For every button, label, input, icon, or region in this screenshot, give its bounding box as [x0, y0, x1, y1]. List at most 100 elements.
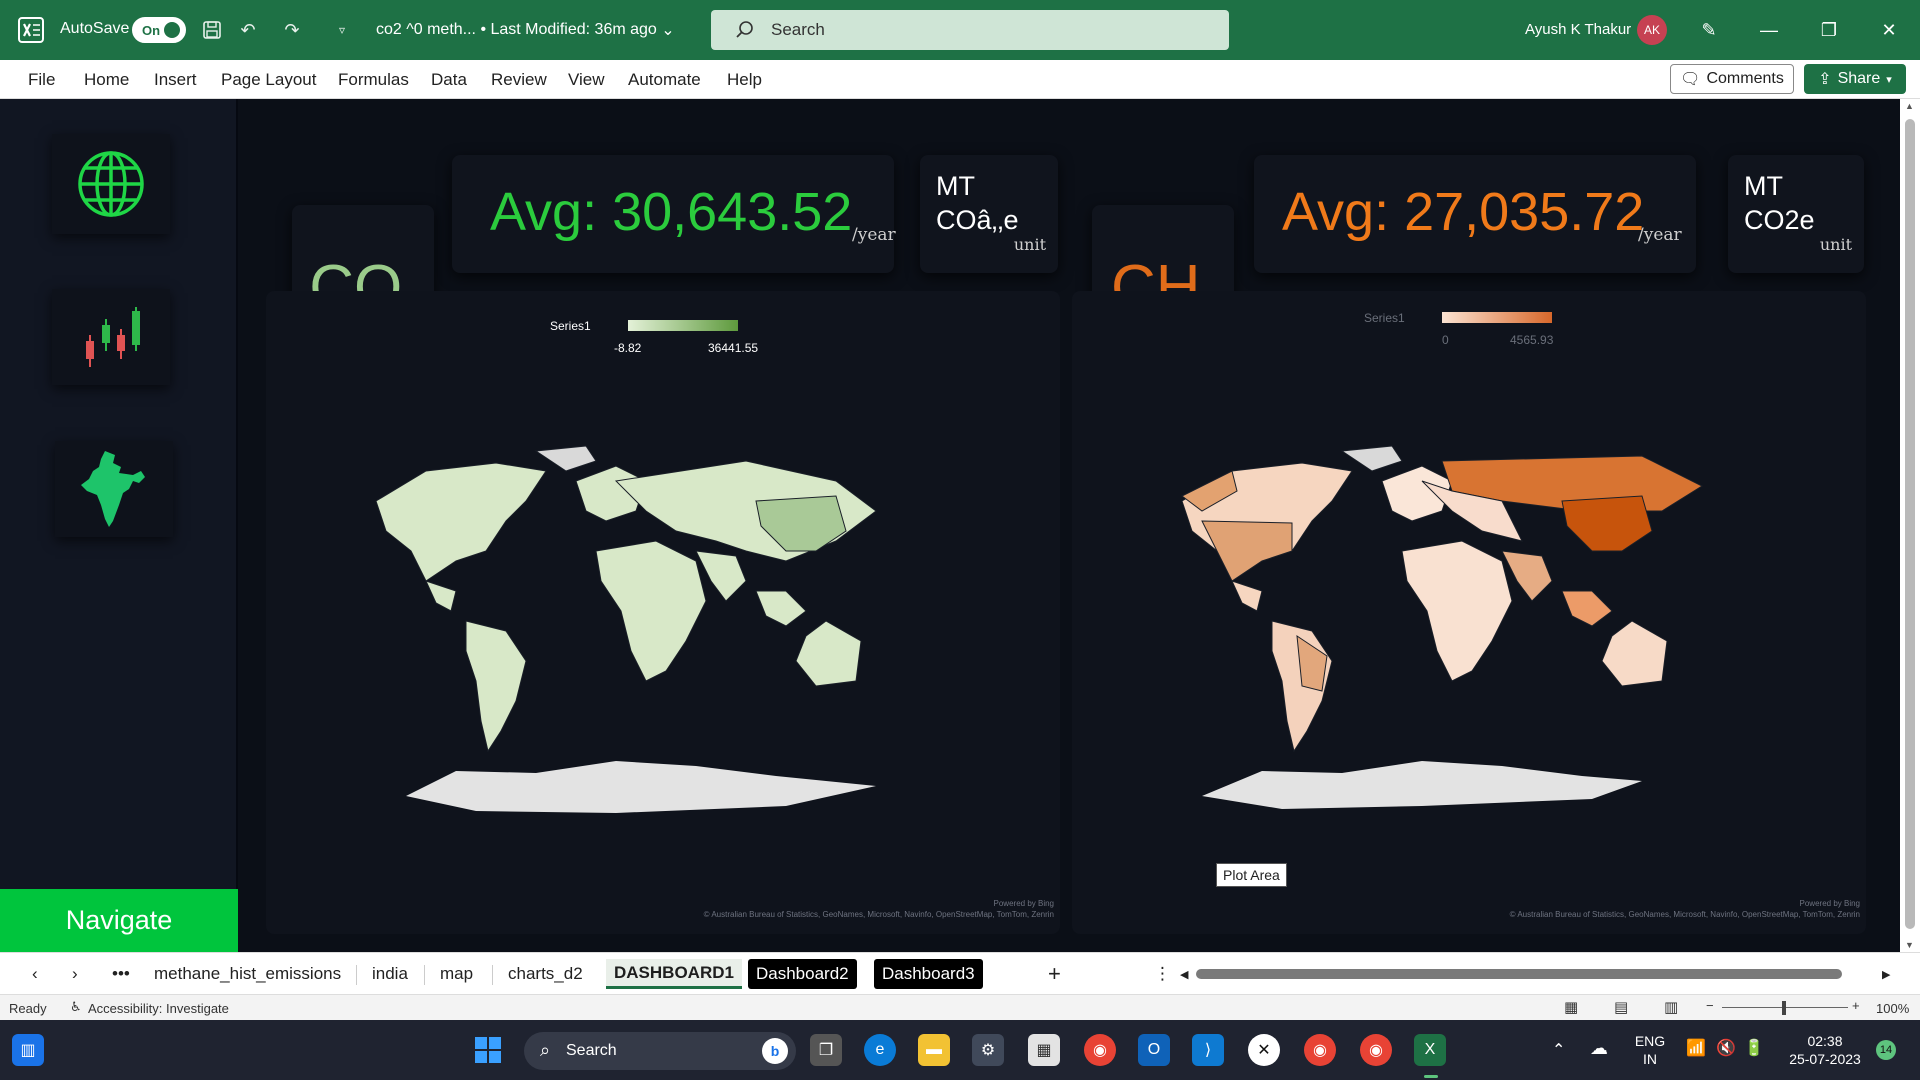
tab-dashboard2[interactable]: Dashboard2: [748, 959, 857, 989]
show-hidden-icons[interactable]: ⌃: [1552, 1040, 1565, 1060]
co2-map-chart[interactable]: Series1 -8.82 36441.55 Powered by Bing © …: [266, 291, 1060, 934]
menu-page-layout[interactable]: Page Layout: [221, 70, 316, 90]
ch4-unit-card: MT CO2e unit: [1728, 155, 1864, 273]
comments-button[interactable]: 🗨 Comments: [1670, 64, 1794, 94]
chrome-icon[interactable]: ◉: [1084, 1034, 1116, 1066]
share-icon: ⇪: [1818, 71, 1832, 88]
horizontal-scroll-thumb[interactable]: [1196, 969, 1842, 979]
clock[interactable]: 02:38 25-07-2023: [1780, 1032, 1870, 1068]
search-input[interactable]: Search: [711, 10, 1229, 50]
menu-review[interactable]: Review: [491, 70, 547, 90]
tab-methane-hist-emissions[interactable]: methane_hist_emissions: [146, 959, 349, 989]
menu-home[interactable]: Home: [84, 70, 129, 90]
minimize-icon[interactable]: —: [1754, 15, 1784, 45]
file-explorer-icon[interactable]: ▬: [918, 1034, 950, 1066]
zoom-slider-thumb[interactable]: [1782, 1001, 1786, 1015]
share-button[interactable]: ⇪ Share ▾: [1804, 64, 1906, 94]
document-title[interactable]: co2 ^0 meth... • Last Modified: 36m ago …: [376, 20, 675, 40]
co2-average-value: Avg: 30,643.52: [490, 182, 853, 242]
navigate-button[interactable]: Navigate: [0, 889, 238, 952]
search-icon: ⌕: [540, 1040, 551, 1060]
xbox-icon[interactable]: ✕: [1248, 1034, 1280, 1066]
menu-automate[interactable]: Automate: [628, 70, 701, 90]
ch4-map-chart[interactable]: Series1 0 4565.93 Powered by Bing © Aust…: [1072, 291, 1866, 934]
scroll-up-icon[interactable]: ▲: [1905, 101, 1914, 111]
legend-max: 36441.55: [708, 341, 759, 355]
ribbon-menu: File Home Insert Page Layout Formulas Da…: [0, 60, 1920, 99]
close-icon[interactable]: ✕: [1874, 15, 1904, 45]
vertical-scrollbar[interactable]: ▲ ▼: [1900, 99, 1920, 952]
undo-icon[interactable]: ↶: [236, 18, 260, 42]
accessibility-status[interactable]: Accessibility: Investigate: [88, 1001, 229, 1016]
accessibility-icon[interactable]: ♿: [70, 999, 82, 1015]
scroll-down-icon[interactable]: ▼: [1905, 940, 1914, 950]
co2-world-map: [375, 445, 877, 813]
battery-icon[interactable]: 🔋: [1744, 1038, 1764, 1058]
language-indicator[interactable]: ENG IN: [1630, 1032, 1670, 1068]
zoom-out-icon[interactable]: −: [1706, 998, 1714, 1013]
ch4-world-map: [1181, 445, 1704, 809]
bing-icon[interactable]: b: [762, 1038, 788, 1064]
volume-muted-icon[interactable]: 🔇: [1716, 1038, 1736, 1058]
menu-file[interactable]: File: [28, 70, 55, 90]
outlook-icon[interactable]: O: [1138, 1034, 1170, 1066]
page-break-view-icon[interactable]: ▥: [1664, 998, 1678, 1016]
ch4-unit-mt: MT: [1744, 171, 1783, 201]
ch4-average-value: Avg: 27,035.72: [1282, 182, 1645, 242]
tab-dashboard1[interactable]: DASHBOARD1: [606, 959, 742, 989]
pen-icon[interactable]: ✎: [1694, 15, 1724, 45]
autosave-toggle[interactable]: On: [132, 17, 186, 43]
ch4-unit-co2e: CO2e: [1744, 205, 1815, 235]
user-name[interactable]: Ayush K Thakur: [1525, 21, 1631, 38]
india-nav-tile[interactable]: [55, 441, 173, 537]
tab-india[interactable]: india: [364, 959, 416, 989]
globe-nav-tile[interactable]: [52, 134, 170, 234]
hscroll-right-icon[interactable]: ▶: [1874, 959, 1898, 989]
chart-nav-tile[interactable]: [52, 289, 170, 385]
menu-insert[interactable]: Insert: [154, 70, 197, 90]
widgets-icon[interactable]: ▥: [12, 1034, 44, 1066]
start-icon[interactable]: [472, 1034, 504, 1066]
menu-view[interactable]: View: [568, 70, 605, 90]
add-sheet-icon[interactable]: +: [1040, 959, 1069, 989]
taskbar-search[interactable]: ⌕ Search b: [524, 1032, 796, 1070]
settings-icon[interactable]: ⚙: [972, 1034, 1004, 1066]
hscroll-left-icon[interactable]: ◀: [1172, 959, 1196, 989]
edge-icon[interactable]: e: [864, 1034, 896, 1066]
store-icon[interactable]: ▦: [1028, 1034, 1060, 1066]
tab-charts-d2[interactable]: charts_d2: [500, 959, 591, 989]
normal-view-icon[interactable]: ▦: [1564, 998, 1578, 1016]
ch4-average-card: Avg: 27,035.72 /year: [1254, 155, 1696, 273]
save-icon[interactable]: [200, 18, 224, 42]
menu-help[interactable]: Help: [727, 70, 762, 90]
tab-divider: [424, 965, 425, 985]
zoom-in-icon[interactable]: +: [1852, 998, 1860, 1013]
wifi-icon[interactable]: 📶: [1686, 1038, 1706, 1058]
dashboard-sheet: Navigate CO2 Avg: 30,643.52 /year MT COâ…: [0, 99, 1900, 952]
tab-dashboard3[interactable]: Dashboard3: [874, 959, 983, 989]
more-tabs-icon[interactable]: •••: [104, 959, 138, 989]
notification-badge[interactable]: 14: [1876, 1040, 1896, 1060]
customize-toolbar-icon[interactable]: ▿: [330, 18, 354, 42]
tab-divider: [492, 965, 493, 985]
zoom-level[interactable]: 100%: [1876, 1001, 1909, 1016]
tab-map[interactable]: map: [432, 959, 481, 989]
onedrive-icon[interactable]: ☁: [1590, 1038, 1608, 1059]
task-view-icon[interactable]: ❐: [810, 1034, 842, 1066]
avatar[interactable]: AK: [1637, 15, 1667, 45]
chrome-profile-2-icon[interactable]: ◉: [1360, 1034, 1392, 1066]
redo-icon[interactable]: ↷: [280, 18, 304, 42]
restore-icon[interactable]: ❐: [1814, 15, 1844, 45]
excel-taskbar-icon[interactable]: X: [1414, 1034, 1446, 1066]
vscode-icon[interactable]: ⟩: [1192, 1034, 1224, 1066]
menu-data[interactable]: Data: [431, 70, 467, 90]
scroll-thumb[interactable]: [1905, 119, 1915, 929]
menu-formulas[interactable]: Formulas: [338, 70, 409, 90]
chrome-profile-icon[interactable]: ◉: [1304, 1034, 1336, 1066]
co2-average-card: Avg: 30,643.52 /year: [452, 155, 896, 273]
tab-divider: [356, 965, 357, 985]
legend-min: -8.82: [614, 341, 642, 355]
page-layout-view-icon[interactable]: ▤: [1614, 998, 1628, 1016]
tab-scroll-right-icon[interactable]: ›: [64, 959, 86, 989]
tab-scroll-left-icon[interactable]: ‹: [24, 959, 46, 989]
